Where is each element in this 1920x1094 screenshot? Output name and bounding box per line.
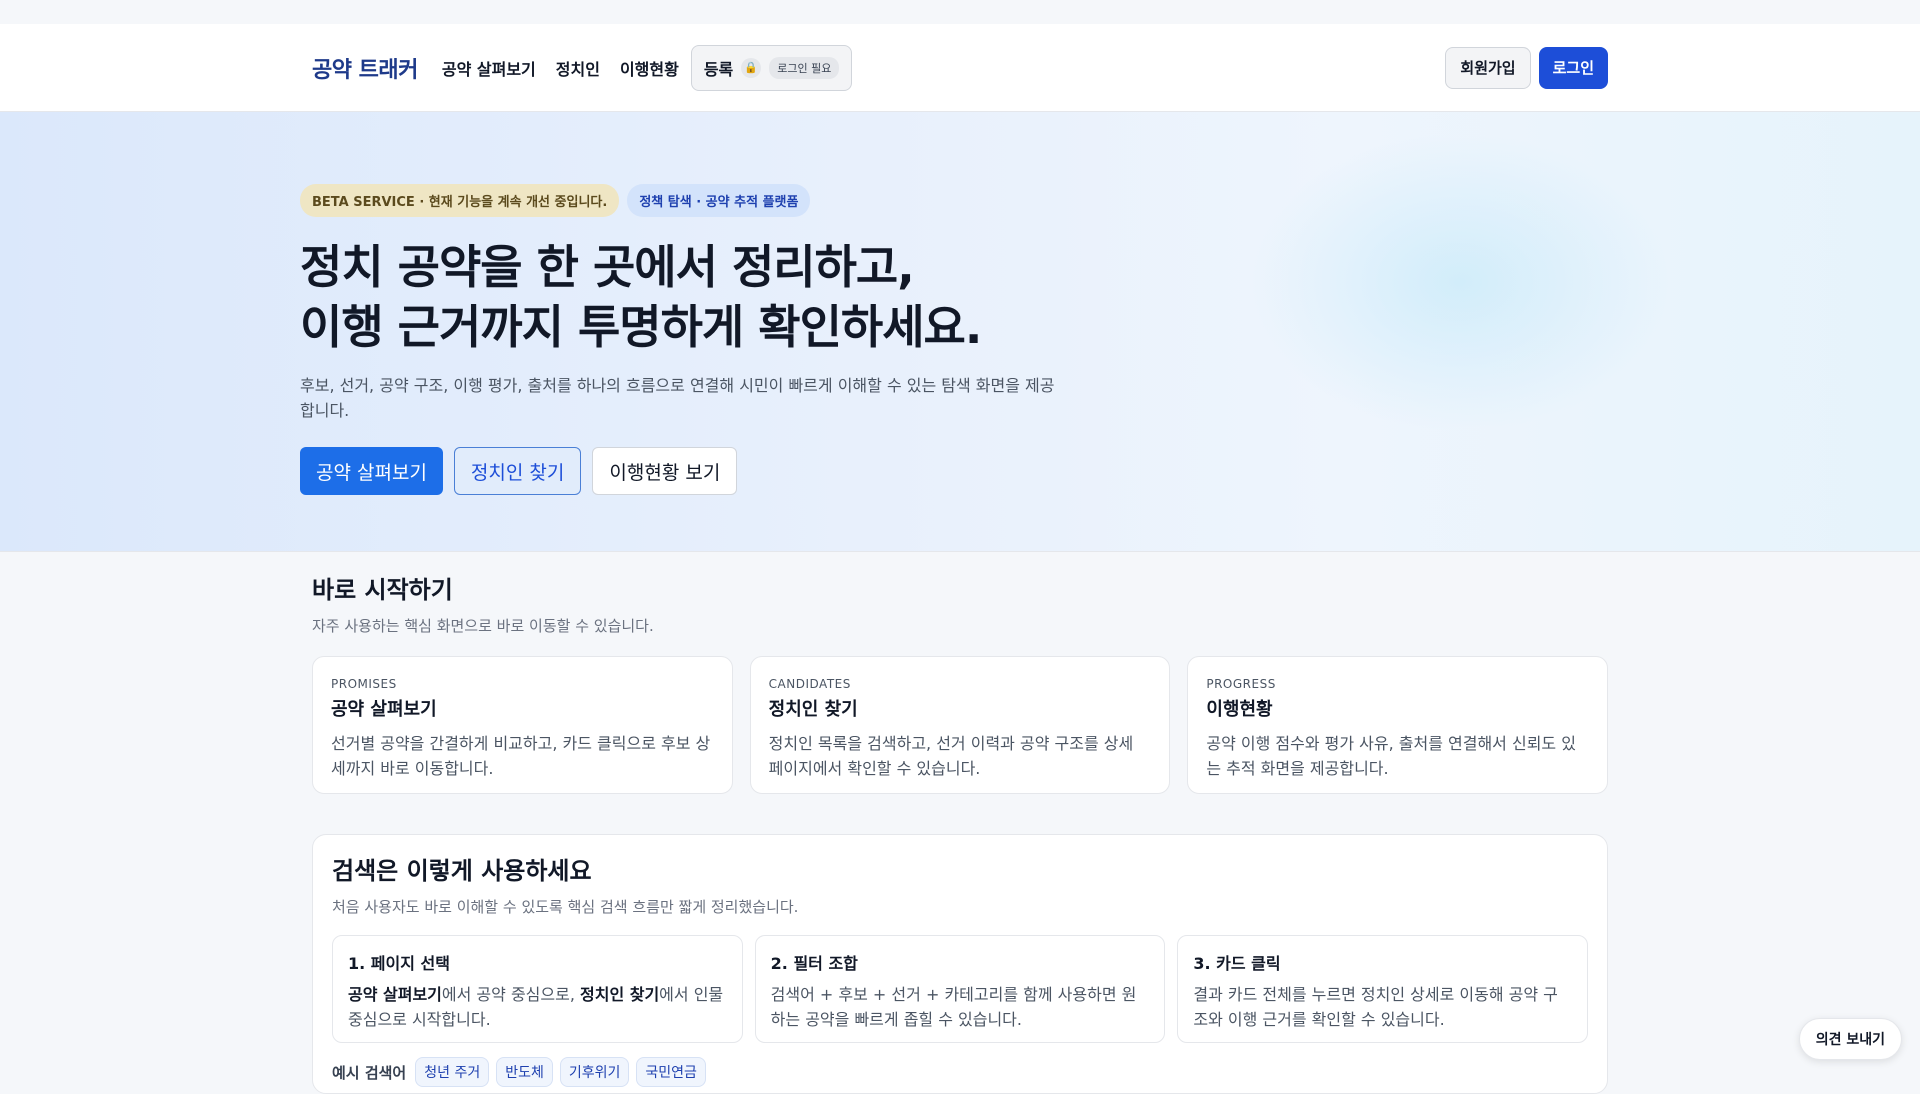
- search-guide: 검색은 이렇게 사용하세요 처음 사용자도 바로 이해할 수 있도록 핵심 검색…: [312, 834, 1608, 1094]
- card-title: 공약 살펴보기: [331, 695, 714, 721]
- step-description: 검색어 + 후보 + 선거 + 카테고리를 함께 사용하면 원하는 공약을 빠르…: [771, 982, 1150, 1032]
- nav-link-politicians[interactable]: 정치인: [556, 56, 600, 80]
- card-title: 정치인 찾기: [769, 695, 1152, 721]
- quick-start-subtitle: 자주 사용하는 핵심 화면으로 바로 이동할 수 있습니다.: [312, 615, 1608, 636]
- step-title: 2. 필터 조합: [771, 950, 1150, 974]
- guide-step-2: 2. 필터 조합 검색어 + 후보 + 선거 + 카테고리를 함께 사용하면 원…: [755, 935, 1166, 1043]
- nav-links: 공약 살펴보기 정치인 이행현황 등록 🔒 로그인 필요: [442, 45, 853, 91]
- nav-link-progress[interactable]: 이행현황: [620, 56, 679, 80]
- navbar-inner: 공약 트래커 공약 살펴보기 정치인 이행현황 등록 🔒 로그인 필요 회원가입…: [312, 24, 1608, 111]
- card-kicker: PROGRESS: [1206, 677, 1589, 691]
- hero-title-line2: 이행 근거까지 투명하게 확인하세요.: [300, 300, 981, 354]
- card-candidates[interactable]: CANDIDATES 정치인 찾기 정치인 목록을 검색하고, 선거 이력과 공…: [750, 656, 1171, 794]
- find-politician-button[interactable]: 정치인 찾기: [454, 447, 581, 495]
- card-title: 이행현황: [1206, 695, 1589, 721]
- card-description: 공약 이행 점수와 평가 사유, 출처를 연결해서 신뢰도 있는 추적 화면을 …: [1206, 731, 1589, 781]
- hero-section: BETA SERVICE · 현재 기능을 계속 개선 중입니다. 정책 탐색 …: [0, 112, 1920, 552]
- feedback-button[interactable]: 의견 보내기: [1799, 1018, 1902, 1060]
- quick-start-title: 바로 시작하기: [312, 570, 1608, 605]
- step-text: 에서 공약 중심으로,: [442, 985, 580, 1004]
- browse-promises-button[interactable]: 공약 살펴보기: [300, 447, 443, 495]
- guide-title: 검색은 이렇게 사용하세요: [332, 851, 1588, 886]
- navbar: 공약 트래커 공약 살펴보기 정치인 이행현황 등록 🔒 로그인 필요 회원가입…: [0, 24, 1920, 112]
- card-kicker: PROMISES: [331, 677, 714, 691]
- hero-buttons: 공약 살펴보기 정치인 찾기 이행현황 보기: [300, 447, 1080, 495]
- guide-step-3: 3. 카드 클릭 결과 카드 전체를 누르면 정치인 상세로 이동해 공약 구조…: [1177, 935, 1588, 1043]
- example-chip[interactable]: 청년 주거: [415, 1057, 489, 1087]
- nav-register-button[interactable]: 등록 🔒 로그인 필요: [691, 45, 853, 91]
- example-label: 예시 검색어: [332, 1062, 406, 1083]
- beta-badge: BETA SERVICE · 현재 기능을 계속 개선 중입니다.: [300, 184, 619, 217]
- hero-subtitle: 후보, 선거, 공약 구조, 이행 평가, 출처를 하나의 흐름으로 연결해 시…: [300, 373, 1060, 423]
- example-chip[interactable]: 반도체: [496, 1057, 553, 1087]
- guide-step-1: 1. 페이지 선택 공약 살펴보기에서 공약 중심으로, 정치인 찾기에서 인물…: [332, 935, 743, 1043]
- login-button[interactable]: 로그인: [1539, 47, 1608, 89]
- example-chip[interactable]: 국민연금: [636, 1057, 706, 1087]
- example-chip[interactable]: 기후위기: [560, 1057, 630, 1087]
- login-required-badge: 로그인 필요: [769, 57, 839, 79]
- platform-badge: 정책 탐색 · 공약 추적 플랫폼: [627, 184, 810, 217]
- brand-logo[interactable]: 공약 트래커: [312, 52, 418, 84]
- hero-content: BETA SERVICE · 현재 기능을 계속 개선 중입니다. 정책 탐색 …: [300, 184, 1080, 495]
- guide-subtitle: 처음 사용자도 바로 이해할 수 있도록 핵심 검색 흐름만 짧게 정리했습니다…: [332, 896, 1588, 917]
- card-kicker: CANDIDATES: [769, 677, 1152, 691]
- view-progress-button[interactable]: 이행현황 보기: [592, 447, 737, 495]
- main-content: 바로 시작하기 자주 사용하는 핵심 화면으로 바로 이동할 수 있습니다. P…: [312, 570, 1608, 1094]
- hero-glow: [1250, 132, 1670, 432]
- step-bold-politicians: 정치인 찾기: [580, 985, 659, 1004]
- guide-steps: 1. 페이지 선택 공약 살펴보기에서 공약 중심으로, 정치인 찾기에서 인물…: [332, 935, 1588, 1043]
- step-bold-promises: 공약 살펴보기: [348, 985, 442, 1004]
- lock-icon: 🔒: [741, 58, 761, 78]
- register-label: 등록: [704, 56, 733, 80]
- top-strip: [0, 0, 1920, 24]
- step-title: 1. 페이지 선택: [348, 950, 727, 974]
- card-description: 정치인 목록을 검색하고, 선거 이력과 공약 구조를 상세 페이지에서 확인할…: [769, 731, 1152, 781]
- signup-button[interactable]: 회원가입: [1445, 47, 1530, 89]
- quick-start-cards: PROMISES 공약 살펴보기 선거별 공약을 간결하게 비교하고, 카드 클…: [312, 656, 1608, 794]
- card-promises[interactable]: PROMISES 공약 살펴보기 선거별 공약을 간결하게 비교하고, 카드 클…: [312, 656, 733, 794]
- nav-link-promises[interactable]: 공약 살펴보기: [442, 56, 536, 80]
- hero-title: 정치 공약을 한 곳에서 정리하고, 이행 근거까지 투명하게 확인하세요.: [300, 237, 1080, 357]
- step-title: 3. 카드 클릭: [1193, 950, 1572, 974]
- hero-title-line1: 정치 공약을 한 곳에서 정리하고,: [300, 240, 914, 294]
- hero-badges: BETA SERVICE · 현재 기능을 계속 개선 중입니다. 정책 탐색 …: [300, 184, 1080, 217]
- nav-auth: 회원가입 로그인: [1445, 47, 1608, 89]
- step-description: 결과 카드 전체를 누르면 정치인 상세로 이동해 공약 구조와 이행 근거를 …: [1193, 982, 1572, 1032]
- step-description: 공약 살펴보기에서 공약 중심으로, 정치인 찾기에서 인물 중심으로 시작합니…: [348, 982, 727, 1032]
- card-description: 선거별 공약을 간결하게 비교하고, 카드 클릭으로 후보 상세까지 바로 이동…: [331, 731, 714, 781]
- example-searches: 예시 검색어 청년 주거 반도체 기후위기 국민연금: [332, 1057, 1588, 1087]
- card-progress[interactable]: PROGRESS 이행현황 공약 이행 점수와 평가 사유, 출처를 연결해서 …: [1187, 656, 1608, 794]
